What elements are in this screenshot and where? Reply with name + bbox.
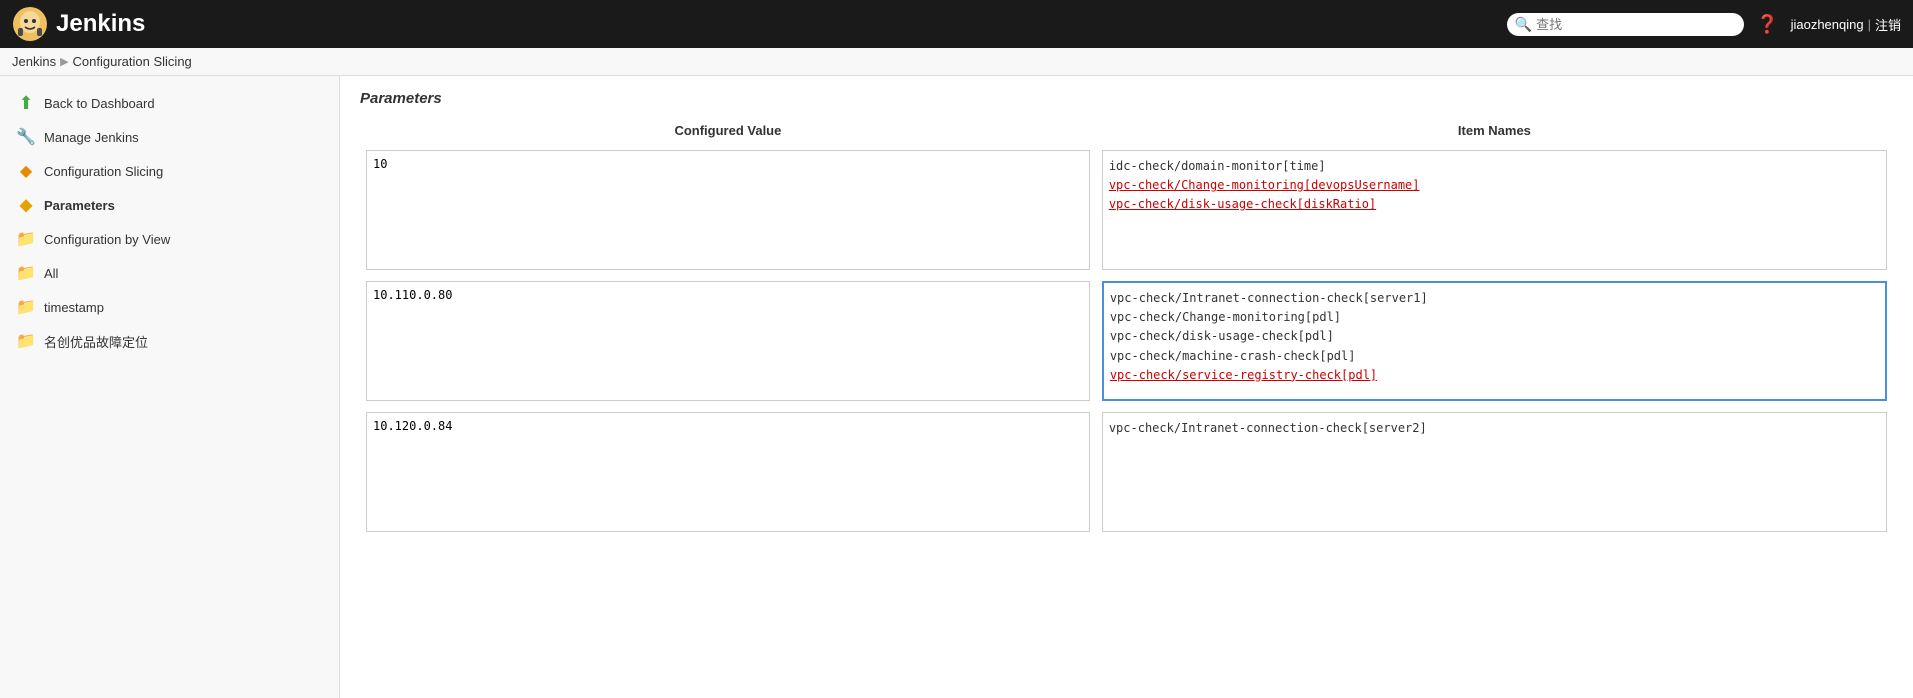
sidebar-item-label: 名创优品故障定位	[44, 332, 148, 351]
search-box: 🔍	[1507, 13, 1744, 36]
sidebar-item-all[interactable]: 📁 All	[0, 256, 339, 290]
configured-value-input-3[interactable]: 10.120.0.84	[366, 412, 1090, 532]
sidebar-item-label: All	[44, 266, 58, 281]
item-names-display-2: vpc-check/Intranet-connection-check[serv…	[1102, 281, 1887, 401]
configured-value-input-1[interactable]: 10	[366, 150, 1090, 270]
params-table: Configured Value Item Names 10 idc-check…	[360, 119, 1893, 539]
item-names-cell-2: vpc-check/Intranet-connection-check[serv…	[1096, 277, 1893, 408]
item-names-display-1: idc-check/domain-monitor[time] vpc-check…	[1102, 150, 1887, 270]
item-names-cell-3: vpc-check/Intranet-connection-check[serv…	[1096, 408, 1893, 539]
sidebar-item-label: Manage Jenkins	[44, 130, 139, 145]
sidebar-item-configuration-by-view[interactable]: 📁 Configuration by View	[0, 222, 339, 256]
sidebar-item-label: timestamp	[44, 300, 104, 315]
item-name: vpc-check/Intranet-connection-check[serv…	[1110, 291, 1428, 305]
diamond-active-icon: ◆	[16, 195, 36, 215]
sidebar-item-parameters[interactable]: ◆ Parameters	[0, 188, 339, 222]
configured-value-cell-3: 10.120.0.84	[360, 408, 1096, 539]
folder-icon-4: 📁	[16, 331, 36, 351]
main-layout: ⬆ Back to Dashboard 🔧 Manage Jenkins ◆ C…	[0, 76, 1913, 698]
configured-value-input-2[interactable]: 10.110.0.80	[366, 281, 1090, 401]
back-icon: ⬆	[16, 93, 36, 113]
configured-value-cell-2: 10.110.0.80	[360, 277, 1096, 408]
header: Jenkins 🔍 ❓ jiaozhenqing | 注销	[0, 0, 1913, 48]
breadcrumb-arrow: ▶	[60, 55, 68, 68]
table-row: 10 idc-check/domain-monitor[time] vpc-ch…	[360, 146, 1893, 277]
col-header-configured-value: Configured Value	[360, 119, 1096, 146]
content-title: Parameters	[360, 90, 1893, 107]
folder-icon-1: 📁	[16, 229, 36, 249]
username-label: jiaozhenqing	[1791, 17, 1864, 32]
item-name: vpc-check/disk-usage-check[diskRatio]	[1109, 197, 1376, 211]
search-input[interactable]	[1536, 17, 1736, 32]
item-name: vpc-check/machine-crash-check[pdl]	[1110, 349, 1356, 363]
item-names-cell-1: idc-check/domain-monitor[time] vpc-check…	[1096, 146, 1893, 277]
wrench-icon: 🔧	[16, 127, 36, 147]
col-header-item-names: Item Names	[1096, 119, 1893, 146]
content-area: Parameters Configured Value Item Names 1…	[340, 76, 1913, 698]
sidebar-item-mingchuang[interactable]: 📁 名创优品故障定位	[0, 324, 339, 358]
sidebar-item-label: Configuration Slicing	[44, 164, 163, 179]
sidebar-item-label: Back to Dashboard	[44, 96, 155, 111]
sidebar-item-back-dashboard[interactable]: ⬆ Back to Dashboard	[0, 86, 339, 120]
sidebar-item-label: Configuration by View	[44, 232, 170, 247]
sidebar-item-label: Parameters	[44, 198, 115, 213]
item-name: vpc-check/Change-monitoring[pdl]	[1110, 310, 1341, 324]
help-icon[interactable]: ❓	[1756, 14, 1778, 35]
sidebar-item-manage-jenkins[interactable]: 🔧 Manage Jenkins	[0, 120, 339, 154]
jenkins-logo	[12, 6, 48, 42]
breadcrumb-jenkins[interactable]: Jenkins	[12, 54, 56, 69]
logout-link[interactable]: 注销	[1875, 15, 1901, 34]
user-info: jiaozhenqing | 注销	[1791, 15, 1901, 34]
folder-icon-3: 📁	[16, 297, 36, 317]
configured-value-cell-1: 10	[360, 146, 1096, 277]
sidebar-item-configuration-slicing[interactable]: ◆ Configuration Slicing	[0, 154, 339, 188]
item-name: vpc-check/Intranet-connection-check[serv…	[1109, 421, 1427, 435]
sidebar-item-timestamp[interactable]: 📁 timestamp	[0, 290, 339, 324]
item-name: idc-check/domain-monitor[time]	[1109, 159, 1326, 173]
item-names-display-3: vpc-check/Intranet-connection-check[serv…	[1102, 412, 1887, 532]
logo-area: Jenkins	[12, 6, 145, 42]
sidebar: ⬆ Back to Dashboard 🔧 Manage Jenkins ◆ C…	[0, 76, 340, 698]
diamond-icon: ◆	[16, 161, 36, 181]
item-name: vpc-check/service-registry-check[pdl]	[1110, 368, 1377, 382]
search-icon: 🔍	[1515, 16, 1532, 33]
app-title: Jenkins	[56, 10, 145, 38]
breadcrumb-current: Configuration Slicing	[73, 54, 192, 69]
item-name: vpc-check/disk-usage-check[pdl]	[1110, 329, 1334, 343]
breadcrumb: Jenkins ▶ Configuration Slicing	[0, 48, 1913, 76]
folder-icon-2: 📁	[16, 263, 36, 283]
table-row: 10.110.0.80 vpc-check/Intranet-connectio…	[360, 277, 1893, 408]
item-name: vpc-check/Change-monitoring[devopsUserna…	[1109, 178, 1420, 192]
divider: |	[1868, 17, 1871, 32]
table-row: 10.120.0.84 vpc-check/Intranet-connectio…	[360, 408, 1893, 539]
